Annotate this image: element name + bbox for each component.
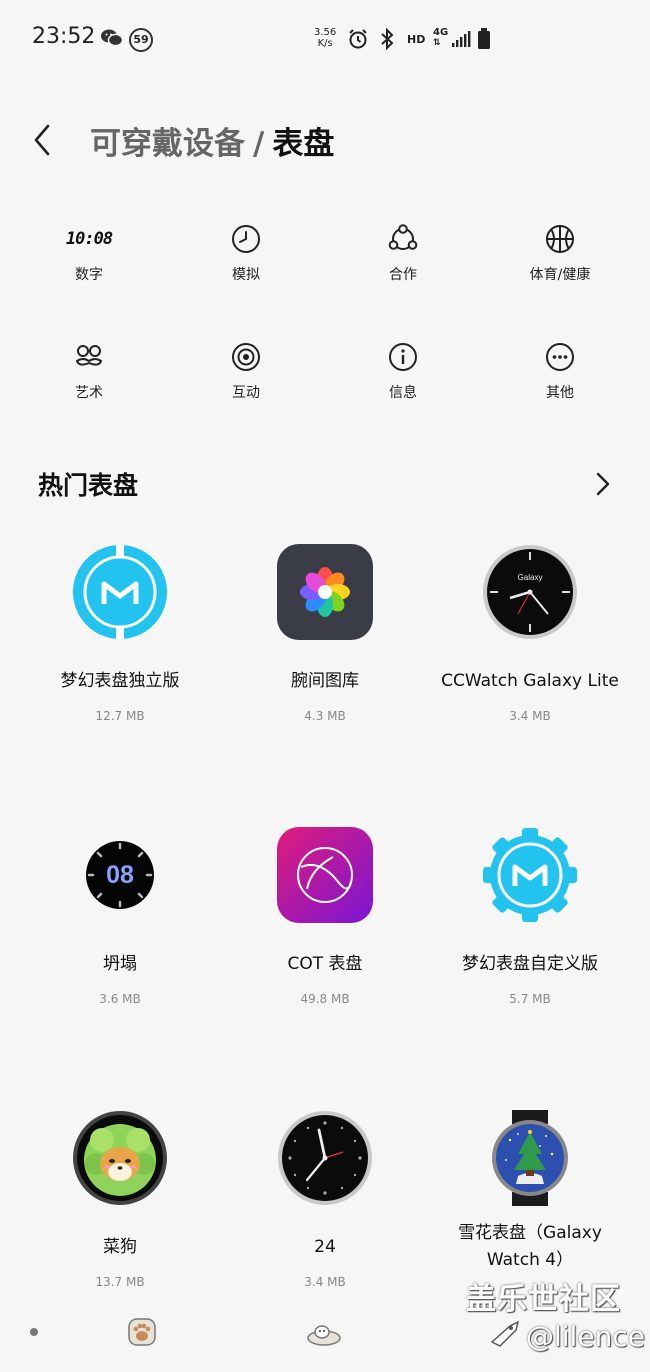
network-type: 4G ⇅ [433, 27, 449, 49]
notification-badge: 59 [129, 28, 153, 52]
category-label: 合作 [389, 267, 417, 283]
target-icon [229, 340, 263, 374]
breadcrumb-separator: / [253, 126, 265, 162]
category-collaboration[interactable]: 合作 [338, 222, 468, 284]
watchface-item[interactable]: 梦幻表盘独立版 12.7 MB [15, 544, 225, 723]
watchface-name: 腕间图库 [291, 671, 359, 691]
see-more-button[interactable] [590, 468, 616, 500]
net-speed: 3.56 K/s [314, 27, 337, 49]
watchface-item[interactable]: Galaxy CCWatch Galaxy Lite 3.4 MB [425, 544, 635, 723]
bluetooth-icon [378, 27, 396, 54]
watchface-item[interactable]: 菜狗 13.7 MB [15, 1110, 225, 1289]
watchface-name: 梦幻表盘独立版 [60, 671, 180, 691]
mustache-icon [72, 340, 106, 374]
category-art[interactable]: 艺术 [24, 340, 154, 402]
signal-icon [451, 30, 471, 52]
breadcrumb-parent[interactable]: 可穿戴设备 [90, 126, 245, 162]
watchface-size: 3.6 MB [99, 992, 141, 1006]
watchface-size: 5.7 MB [509, 992, 551, 1006]
watchface-size: 3.4 MB [304, 1275, 346, 1289]
wechat-icon [100, 28, 124, 52]
category-label: 互动 [232, 385, 260, 401]
watchface-name: COT 表盘 [287, 954, 363, 974]
watchface-thumbnail [72, 1110, 168, 1206]
svg-text:Galaxy: Galaxy [518, 573, 543, 582]
section-title: 热门表盘 [38, 471, 139, 500]
more-dots-icon [543, 340, 577, 374]
watchface-name: CCWatch Galaxy Lite [441, 671, 619, 691]
back-button[interactable] [26, 118, 60, 162]
watchface-item[interactable]: 08 坍塌 3.6 MB [15, 827, 225, 1006]
watermark-handle: @lilence [526, 1320, 645, 1353]
rocket-icon [488, 1318, 524, 1352]
battery-icon [477, 28, 491, 54]
watchface-thumbnail [482, 1110, 578, 1206]
watchface-name: 24 [314, 1237, 336, 1257]
breadcrumb-current: 表盘 [272, 126, 335, 162]
watchface-name: 梦幻表盘自定义版 [462, 954, 598, 974]
category-label: 模拟 [232, 267, 260, 283]
page-indicator-dot [30, 1328, 38, 1336]
watchface-item[interactable]: COT 表盘 49.8 MB [220, 827, 430, 1006]
paw-icon[interactable] [126, 1316, 158, 1348]
category-interactive[interactable]: 互动 [181, 340, 311, 402]
category-label: 数字 [75, 267, 103, 283]
watchface-item[interactable]: 腕间图库 4.3 MB [220, 544, 430, 723]
category-info[interactable]: 信息 [338, 340, 468, 402]
watchface-name: 菜狗 [103, 1237, 137, 1257]
category-sports[interactable]: 体育/健康 [495, 222, 625, 284]
alarm-icon [347, 28, 369, 54]
watchface-size: 13.7 MB [95, 1275, 145, 1289]
hd-label: HD [407, 33, 426, 46]
category-label: 其他 [546, 385, 574, 401]
watchface-item[interactable]: 梦幻表盘自定义版 5.7 MB [425, 827, 635, 1006]
analog-clock-icon [229, 222, 263, 256]
watchface-item[interactable]: 雪花表盘（Galaxy Watch 4） [425, 1110, 635, 1274]
page-title: 可穿戴设备 / 表盘 [90, 118, 334, 163]
watchface-name: 坍塌 [103, 954, 137, 974]
watchface-size: 3.4 MB [509, 709, 551, 723]
watermark-site: 盖乐世社区 [466, 1282, 621, 1317]
watchface-thumbnail [72, 544, 168, 640]
watchface-thumbnail [277, 1110, 373, 1206]
gallery-app-thumbnail [277, 544, 373, 640]
category-label: 体育/健康 [529, 267, 591, 283]
basketball-icon [543, 222, 577, 256]
category-label: 信息 [389, 385, 417, 401]
status-time: 23:52 [32, 24, 96, 49]
chevron-right-icon [596, 472, 610, 496]
digital-clock-icon: 10:08 [65, 229, 113, 249]
category-other[interactable]: 其他 [495, 340, 625, 402]
chevron-left-icon [34, 124, 50, 156]
watchface-name: 雪花表盘（Galaxy Watch 4） [458, 1223, 602, 1270]
category-label: 艺术 [75, 385, 103, 401]
category-analog[interactable]: 模拟 [181, 222, 311, 284]
watchface-size: 12.7 MB [95, 709, 145, 723]
watchface-thumbnail: Galaxy [482, 544, 578, 640]
watchface-size: 49.8 MB [300, 992, 350, 1006]
watchface-thumbnail: 08 [72, 827, 168, 923]
category-digital[interactable]: 10:08 数字 [24, 222, 154, 284]
watchface-thumbnail [482, 827, 578, 923]
svg-text:08: 08 [106, 861, 134, 889]
pet-bed-icon[interactable] [306, 1316, 342, 1348]
collaboration-icon [386, 222, 420, 256]
watchface-item[interactable]: 24 3.4 MB [220, 1110, 430, 1289]
cot-app-thumbnail [277, 827, 373, 923]
info-icon [386, 340, 420, 374]
watchface-size: 4.3 MB [304, 709, 346, 723]
